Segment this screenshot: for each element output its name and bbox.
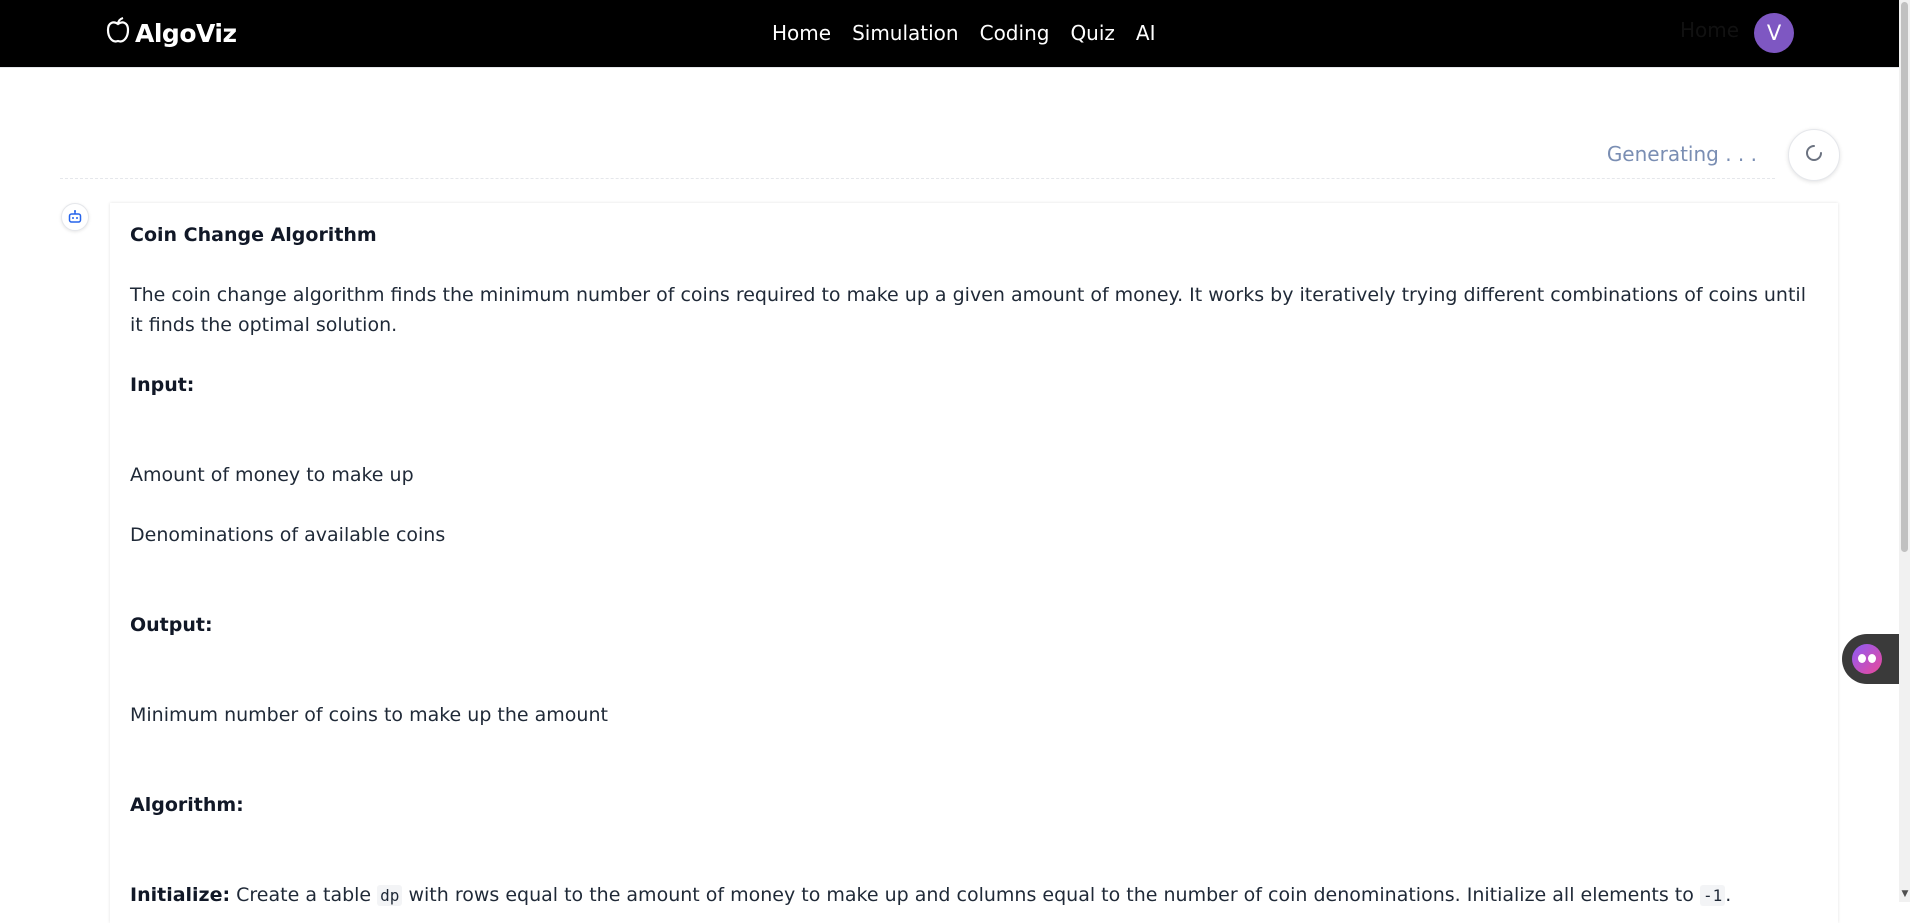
step-text: . (1725, 884, 1732, 906)
ai-response-content: Coin Change Algorithm The coin change al… (130, 220, 1810, 911)
logo-text: AlgoViz (135, 18, 237, 48)
step-text: with rows equal to the amount of money t… (408, 884, 1694, 906)
input-item: Denominations of available coins (130, 524, 446, 546)
assistant-widget-icon (1852, 644, 1882, 674)
response-intro: The coin change algorithm finds the mini… (130, 284, 1806, 336)
step-text: Create a table (236, 884, 372, 906)
generating-status: Generating . . . (1606, 142, 1757, 166)
scrollbar-thumb[interactable] (1901, 2, 1908, 552)
nav-home[interactable]: Home (772, 21, 831, 45)
algorithm-heading: Algorithm: (130, 794, 244, 816)
nav-ai[interactable]: AI (1136, 21, 1156, 45)
inline-code: dp (377, 885, 403, 906)
nav-coding[interactable]: Coding (980, 21, 1050, 45)
apple-icon (105, 17, 131, 49)
output-item: Minimum number of coins to make up the a… (130, 704, 608, 726)
algorithm-step-initialize: Initialize: Create a table dp with rows … (130, 880, 1810, 911)
nav-home-secondary[interactable]: Home (1680, 18, 1739, 42)
user-avatar[interactable]: V (1754, 13, 1794, 53)
input-item: Amount of money to make up (130, 464, 414, 486)
robot-icon (61, 203, 89, 231)
step-label: Initialize: (130, 884, 231, 906)
inline-code: -1 (1699, 885, 1726, 906)
generation-status-bar: Generating . . . (60, 130, 1775, 179)
top-navbar: AlgoViz Home Simulation Coding Quiz AI H… (0, 0, 1899, 68)
stop-generation-button[interactable] (1788, 129, 1840, 181)
input-heading: Input: (130, 374, 195, 396)
response-title: Coin Change Algorithm (130, 224, 377, 246)
logo[interactable]: AlgoViz (105, 16, 237, 50)
scroll-down-arrow-icon[interactable]: ▼ (1900, 888, 1910, 900)
assistant-widget[interactable] (1842, 634, 1902, 684)
output-heading: Output: (130, 614, 213, 636)
nav-simulation[interactable]: Simulation (852, 21, 959, 45)
loading-spinner-icon (1805, 144, 1823, 166)
nav-quiz[interactable]: Quiz (1070, 21, 1114, 45)
main-nav: Home Simulation Coding Quiz AI (772, 16, 1156, 50)
